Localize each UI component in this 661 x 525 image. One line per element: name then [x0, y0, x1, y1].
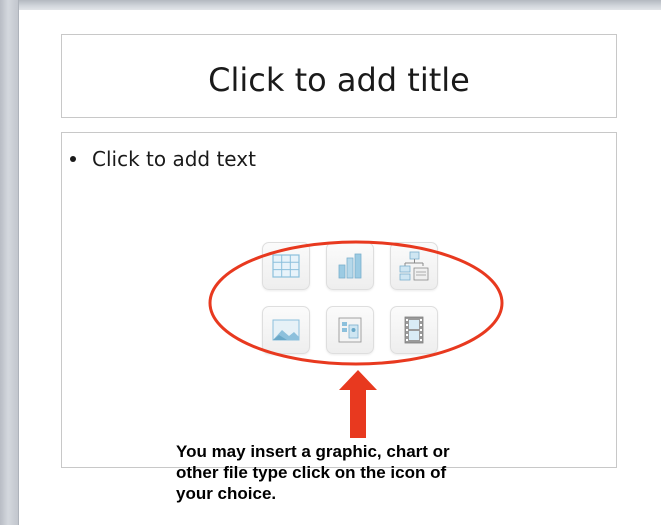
highlight-circle	[208, 240, 504, 366]
window-left-frame	[0, 0, 19, 525]
content-placeholder-text: Click to add text	[92, 147, 256, 171]
bullet-icon	[70, 156, 76, 162]
annotation-callout: You may insert a graphic, chart or other…	[176, 441, 576, 504]
callout-line: your choice.	[176, 484, 277, 503]
title-placeholder-text: Click to add title	[208, 61, 470, 99]
content-bullet: Click to add text	[70, 147, 256, 171]
annotation-arrow	[339, 370, 377, 438]
callout-line: other file type click on the icon of	[176, 463, 447, 482]
callout-line: You may insert a graphic, chart or	[176, 442, 450, 461]
window-top-frame	[0, 0, 661, 10]
title-placeholder[interactable]: Click to add title	[61, 34, 617, 118]
